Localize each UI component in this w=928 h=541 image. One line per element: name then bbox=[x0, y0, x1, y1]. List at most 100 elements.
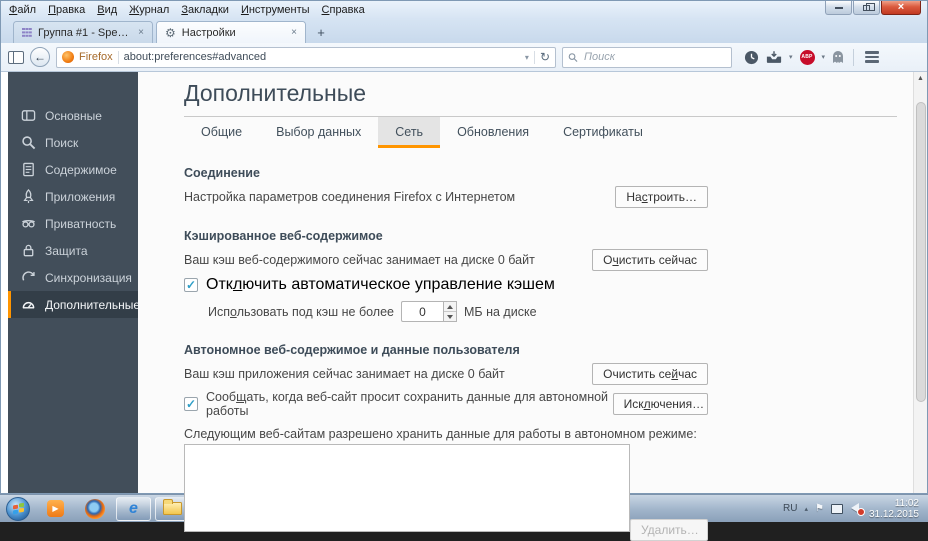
downloads-icon[interactable] bbox=[766, 50, 782, 64]
sidebar-item-security[interactable]: Защита bbox=[8, 237, 138, 264]
search-input[interactable] bbox=[582, 50, 726, 64]
sidebar-item-applications[interactable]: Приложения bbox=[8, 183, 138, 210]
adblock-plus-icon[interactable]: ABP bbox=[799, 49, 815, 65]
back-icon: ← bbox=[34, 50, 46, 64]
taskbar-firefox-pinned[interactable] bbox=[77, 497, 112, 521]
adblock-dropdown-icon[interactable]: ▾ bbox=[822, 53, 826, 61]
sidebar-item-label: Защита bbox=[45, 243, 88, 258]
section-connection: Соединение bbox=[184, 166, 260, 180]
history-clock-icon[interactable] bbox=[744, 50, 759, 65]
menu-history[interactable]: Журнал bbox=[123, 3, 175, 17]
minimize-icon bbox=[834, 6, 843, 9]
minimize-button[interactable] bbox=[825, 1, 852, 15]
sidebar-item-general[interactable]: Основные bbox=[8, 102, 138, 129]
window-controls: × bbox=[824, 1, 925, 15]
offline-sites-listbox[interactable] bbox=[184, 444, 630, 532]
downloads-dropdown-icon[interactable]: ▾ bbox=[789, 53, 793, 61]
section-cached-content: Кэшированное веб-содержимое bbox=[184, 229, 383, 243]
advanced-gauge-icon bbox=[22, 302, 35, 309]
menu-edit[interactable]: Правка bbox=[42, 3, 91, 17]
restore-icon bbox=[863, 2, 875, 11]
tab-certificates[interactable]: Сертификаты bbox=[546, 117, 660, 148]
content-scrollbar[interactable]: ▲ bbox=[913, 72, 927, 493]
sidebar-item-label: Дополнительные bbox=[45, 297, 140, 312]
page-title: Дополнительные bbox=[184, 80, 367, 106]
cache-limit-suffix: МБ на диске bbox=[464, 304, 537, 319]
restore-button[interactable] bbox=[853, 1, 880, 15]
close-icon: × bbox=[897, 1, 905, 13]
gear-favicon-icon: ⚙ bbox=[165, 25, 176, 40]
remove-site-button[interactable]: Удалить… bbox=[629, 519, 708, 541]
back-button[interactable]: ← bbox=[30, 47, 50, 67]
windows-logo-icon bbox=[13, 504, 18, 509]
action-center-flag-icon[interactable]: ⚑ bbox=[815, 503, 824, 514]
tab-data-choices[interactable]: Выбор данных bbox=[259, 117, 378, 148]
volume-icon[interactable] bbox=[850, 503, 865, 516]
scroll-up-icon[interactable]: ▲ bbox=[917, 75, 924, 82]
sidebar-item-search[interactable]: Поиск bbox=[8, 129, 138, 156]
url-dropdown-icon[interactable]: ▾ bbox=[525, 53, 529, 62]
clear-cache-button[interactable]: Очистить сейчас bbox=[592, 248, 708, 271]
scrollbar-thumb[interactable] bbox=[915, 102, 926, 402]
sidebar-item-advanced[interactable]: Дополнительные bbox=[8, 291, 140, 318]
volume-muted-badge bbox=[856, 508, 865, 516]
sidebar-item-sync[interactable]: Синхронизация bbox=[8, 264, 138, 291]
browser-content: Основные Поиск Содержимое Приложения При… bbox=[1, 72, 927, 541]
taskbar-media-player[interactable]: ▶ bbox=[38, 497, 73, 521]
clock-date: 31.12.2015 bbox=[868, 508, 919, 520]
taskbar-internet-explorer[interactable]: e bbox=[116, 496, 151, 521]
url-bar[interactable]: Firefox about:preferences#advanced ▾ ↻ bbox=[56, 46, 556, 68]
menu-help[interactable]: Справка bbox=[316, 3, 371, 17]
new-tab-button[interactable]: + bbox=[310, 23, 332, 41]
cache-override-label: Отключить автоматическое управление кэше… bbox=[206, 276, 555, 293]
connection-settings-button[interactable]: Настроить… bbox=[615, 185, 708, 208]
appcache-usage-text: Ваш кэш приложения сейчас занимает на ди… bbox=[184, 366, 505, 381]
tab-close-icon[interactable]: × bbox=[138, 27, 144, 38]
menu-hamburger-icon[interactable] bbox=[863, 49, 881, 65]
hidden-icons-arrow[interactable]: ▴ bbox=[804, 505, 808, 513]
cache-size-input[interactable] bbox=[401, 301, 444, 322]
offline-notify-checkbox[interactable]: ✓ bbox=[184, 397, 198, 411]
stepper-down-icon[interactable] bbox=[447, 314, 454, 319]
preferences-sidebar: Основные Поиск Содержимое Приложения При… bbox=[8, 72, 140, 493]
network-icon[interactable] bbox=[830, 503, 843, 514]
menu-tools[interactable]: Инструменты bbox=[235, 3, 316, 17]
cache-usage-text: Ваш кэш веб-содержимого сейчас занимает … bbox=[184, 252, 535, 267]
applications-icon bbox=[23, 189, 34, 204]
cache-limit-label: Использовать под кэш не более bbox=[208, 304, 395, 319]
cache-override-row: ✓ Отключить автоматическое управление кэ… bbox=[184, 276, 708, 294]
tab-title: Группа #1 - Speed Dial bbox=[38, 26, 132, 39]
tab-general[interactable]: Общие bbox=[184, 117, 259, 148]
cache-limit-row: Использовать под кэш не более МБ на диск… bbox=[208, 301, 708, 322]
menu-view[interactable]: Вид bbox=[91, 3, 123, 17]
tab-close-icon[interactable]: × bbox=[291, 27, 297, 38]
cache-size-stepper[interactable] bbox=[443, 301, 458, 322]
tab-preferences[interactable]: ⚙ Настройки × bbox=[156, 21, 306, 43]
tab-updates[interactable]: Обновления bbox=[440, 117, 546, 148]
reload-icon[interactable]: ↻ bbox=[540, 51, 550, 63]
sidebar-item-label: Приложения bbox=[45, 189, 116, 204]
tab-speed-dial[interactable]: Группа #1 - Speed Dial × bbox=[13, 21, 153, 43]
speed-dial-favicon-icon bbox=[22, 27, 32, 38]
tab-network[interactable]: Сеть bbox=[378, 117, 441, 148]
language-indicator[interactable]: RU bbox=[783, 503, 797, 514]
menu-file[interactable]: Файл bbox=[3, 3, 42, 17]
offline-exceptions-button[interactable]: Исключения… bbox=[612, 393, 708, 415]
sidebar-item-label: Приватность bbox=[45, 216, 117, 231]
cache-override-checkbox[interactable]: ✓ bbox=[184, 278, 198, 292]
menu-bookmarks[interactable]: Закладки bbox=[175, 3, 235, 17]
sidebar-item-privacy[interactable]: Приватность bbox=[8, 210, 138, 237]
close-button[interactable]: × bbox=[881, 1, 921, 15]
clock[interactable]: 11:02 31.12.2015 bbox=[869, 498, 919, 520]
stepper-up-icon[interactable] bbox=[447, 304, 454, 309]
general-icon bbox=[21, 110, 36, 121]
toolbar-icons: ▾ ABP ▾ bbox=[744, 48, 881, 66]
sidebar-item-label: Основные bbox=[45, 108, 102, 123]
start-button[interactable] bbox=[6, 496, 30, 521]
ghostery-icon[interactable] bbox=[832, 50, 844, 64]
sidebar-item-content[interactable]: Содержимое bbox=[8, 156, 138, 183]
clear-appcache-button[interactable]: Очистить сейчас bbox=[592, 362, 708, 385]
sidebar-item-label: Содержимое bbox=[45, 162, 117, 177]
sidebar-toggle-icon[interactable] bbox=[8, 50, 24, 64]
search-bar[interactable] bbox=[562, 46, 732, 68]
